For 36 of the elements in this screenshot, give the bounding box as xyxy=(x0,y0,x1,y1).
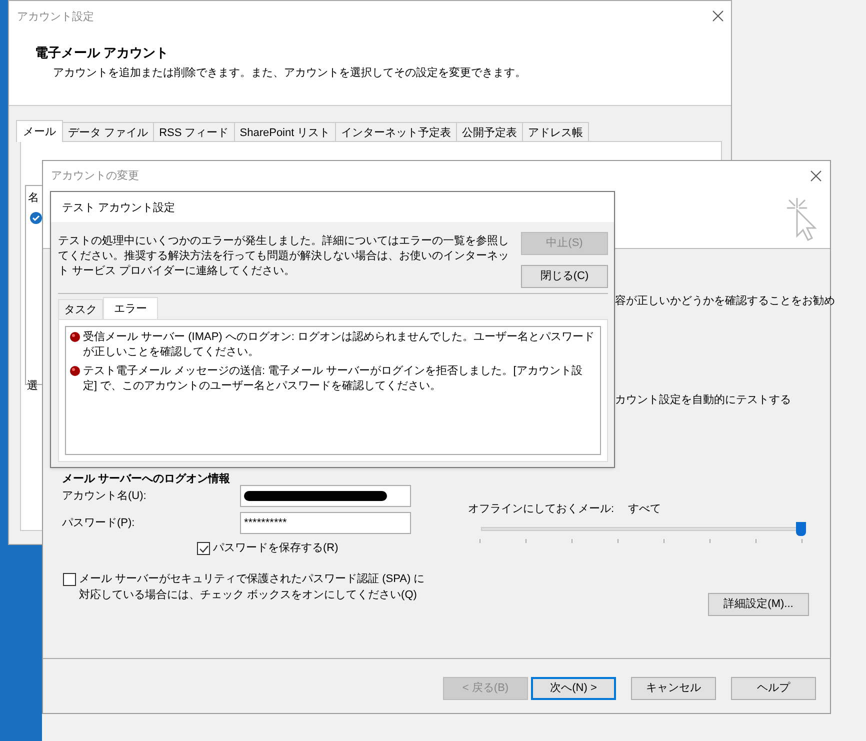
field-value: すべて xyxy=(628,502,662,517)
tab[interactable]: アドレス帳 xyxy=(522,122,590,142)
close-icon[interactable] xyxy=(810,170,822,182)
dialog-button[interactable]: ヘルプ xyxy=(731,677,816,700)
close-icon[interactable] xyxy=(712,10,724,22)
field-label: アカウント名(U): xyxy=(62,488,148,504)
intro-text: 容が正しいかどうかを確認することをお勧め xyxy=(615,294,835,309)
window-title: アカウント設定 xyxy=(17,10,94,25)
error-item[interactable]: 受信メール サーバー (IMAP) へのログオン: ログオンは認められませんでした。ユーザー名とパスワードが正しいことを確認してください。 xyxy=(83,330,596,360)
section-heading: メール サーバーへのログオン情報 xyxy=(62,472,230,487)
advanced-settings-button[interactable]: 詳細設定(M)... xyxy=(708,593,809,616)
section-heading: 電子メール アカウント xyxy=(35,44,169,62)
tab[interactable]: メール xyxy=(16,120,63,142)
password-field[interactable]: ********** xyxy=(240,512,411,534)
error-dot-icon xyxy=(70,366,80,376)
label-fragment: 選 xyxy=(27,379,38,394)
checkbox-label: メール サーバーがセキュリティで保護されたパスワード認証 (SPA) に対応している場合には、チェック ボックスをオンにしてください(Q) xyxy=(79,572,426,603)
section-description: アカウントを追加または削除できます。また、アカウントを選択してその設定を変更できます。 xyxy=(53,66,526,81)
error-dot-icon xyxy=(70,332,80,342)
column-header: 名 xyxy=(28,191,39,206)
dialog-button[interactable]: 次へ(N) > xyxy=(531,677,616,700)
field-label: オフラインにしておくメール: xyxy=(468,502,614,517)
checkbox-label: パスワードを保存する(R) xyxy=(213,541,338,556)
field-label: パスワード(P): xyxy=(62,516,136,531)
slider-thumb[interactable] xyxy=(796,522,806,536)
checkbox[interactable] xyxy=(197,542,210,555)
dialog-button[interactable]: キャンセル xyxy=(631,677,716,700)
error-message: テストの処理中にいくつかのエラーが発生しました。詳細についてはエラーの一覧を参照してください。推奨する解決方法を行っても問題が解決しない場合は、お使いのインターネット サービス プロバイダーに連絡してください。 xyxy=(58,234,510,279)
error-item[interactable]: テスト電子メール メッセージの送信: 電子メール サーバーがログインを拒否しました。[アカウント設定] で、このアカウントのユーザー名とパスワードを確認してください。 xyxy=(83,364,596,394)
dialog-button[interactable]: 閉じる(C) xyxy=(521,265,608,288)
window-title: アカウントの変更 xyxy=(51,168,139,184)
checkbox-label: カウント設定を自動的にテストする xyxy=(615,392,791,408)
account-name-field[interactable] xyxy=(240,485,411,507)
window-title: テスト アカウント設定 xyxy=(62,200,176,216)
checkbox[interactable] xyxy=(63,573,76,586)
tab[interactable]: エラー xyxy=(103,297,158,319)
